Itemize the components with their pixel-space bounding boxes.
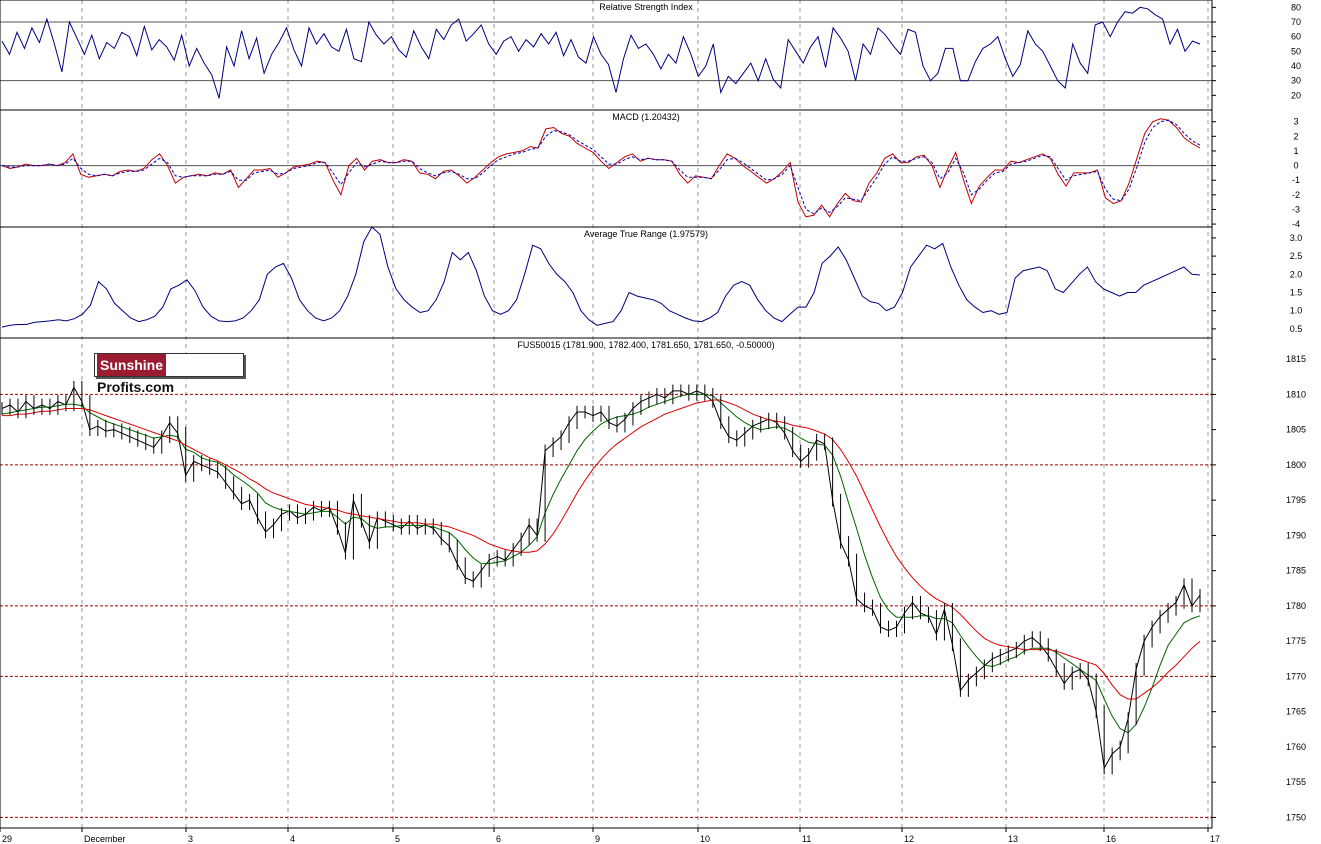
x-tick-label: 16 bbox=[1106, 834, 1116, 844]
y-tick-label: -2 bbox=[1292, 190, 1300, 200]
y-tick-label: 1760 bbox=[1286, 742, 1306, 752]
y-tick-label: -4 bbox=[1292, 219, 1300, 229]
x-tick-label: 5 bbox=[395, 834, 400, 844]
x-tick-label: 4 bbox=[290, 834, 295, 844]
y-tick-label: 1800 bbox=[1286, 460, 1306, 470]
y-tick-label: 2.0 bbox=[1290, 269, 1303, 279]
y-tick-label: 2 bbox=[1293, 131, 1298, 141]
y-tick-label: 60 bbox=[1291, 32, 1301, 42]
y-tick-label: 1805 bbox=[1286, 425, 1306, 435]
y-tick-label: 1750 bbox=[1286, 812, 1306, 822]
y-tick-label: 0.5 bbox=[1290, 324, 1303, 334]
y-tick-label: 1.5 bbox=[1290, 288, 1303, 298]
y-tick-label: 1795 bbox=[1286, 495, 1306, 505]
y-tick-label: 20 bbox=[1291, 90, 1301, 100]
y-tick-label: 1.0 bbox=[1290, 306, 1303, 316]
y-tick-label: 1765 bbox=[1286, 707, 1306, 717]
y-tick-label: 2.5 bbox=[1290, 251, 1303, 261]
y-tick-label: -3 bbox=[1292, 204, 1300, 214]
y-tick-label: 1770 bbox=[1286, 671, 1306, 681]
y-tick-label: 3 bbox=[1293, 117, 1298, 127]
y-tick-label: 1810 bbox=[1286, 389, 1306, 399]
y-tick-label: 1755 bbox=[1286, 777, 1306, 787]
sunshine-profits-logo: Sunshine Profits.com bbox=[94, 353, 244, 395]
y-tick-label: -1 bbox=[1292, 175, 1300, 185]
panel-title: Relative Strength Index bbox=[599, 2, 693, 12]
x-tick-label: 13 bbox=[1008, 834, 1018, 844]
y-tick-label: 1 bbox=[1293, 146, 1298, 156]
y-tick-label: 80 bbox=[1291, 2, 1301, 12]
x-tick-label: 10 bbox=[700, 834, 710, 844]
chart: 20304050607080Relative Strength Index-4-… bbox=[0, 0, 1321, 844]
y-tick-label: 1780 bbox=[1286, 601, 1306, 611]
x-tick-label: 11 bbox=[802, 834, 811, 844]
y-tick-label: 50 bbox=[1291, 46, 1301, 56]
panel-title: Average True Range (1.97579) bbox=[584, 229, 708, 239]
y-tick-label: 30 bbox=[1291, 76, 1301, 86]
chart-background bbox=[0, 0, 1321, 844]
panel-title: FUS50015 (1781.900, 1782.400, 1781.650, … bbox=[517, 340, 774, 350]
x-tick-label: 3 bbox=[188, 834, 193, 844]
y-tick-label: 3.0 bbox=[1290, 233, 1303, 243]
y-tick-label: 0 bbox=[1293, 161, 1298, 171]
x-tick-label: December bbox=[84, 834, 126, 844]
y-tick-label: 1785 bbox=[1286, 566, 1306, 576]
y-tick-label: 1775 bbox=[1286, 636, 1306, 646]
y-tick-label: 1790 bbox=[1286, 530, 1306, 540]
x-tick-label: 6 bbox=[496, 834, 501, 844]
x-tick-label: 12 bbox=[904, 834, 914, 844]
x-tick-label: 9 bbox=[595, 834, 600, 844]
panel-title: MACD (1.20432) bbox=[612, 112, 680, 122]
y-tick-label: 70 bbox=[1291, 17, 1301, 27]
x-tick-label: 17 bbox=[1210, 834, 1220, 844]
y-tick-label: 40 bbox=[1291, 61, 1301, 71]
x-tick-label: 29 bbox=[2, 834, 12, 844]
logo-part-sunshine: Sunshine bbox=[97, 354, 167, 376]
logo-part-profits: Profits.com bbox=[97, 379, 175, 395]
y-tick-label: 1815 bbox=[1286, 354, 1306, 364]
